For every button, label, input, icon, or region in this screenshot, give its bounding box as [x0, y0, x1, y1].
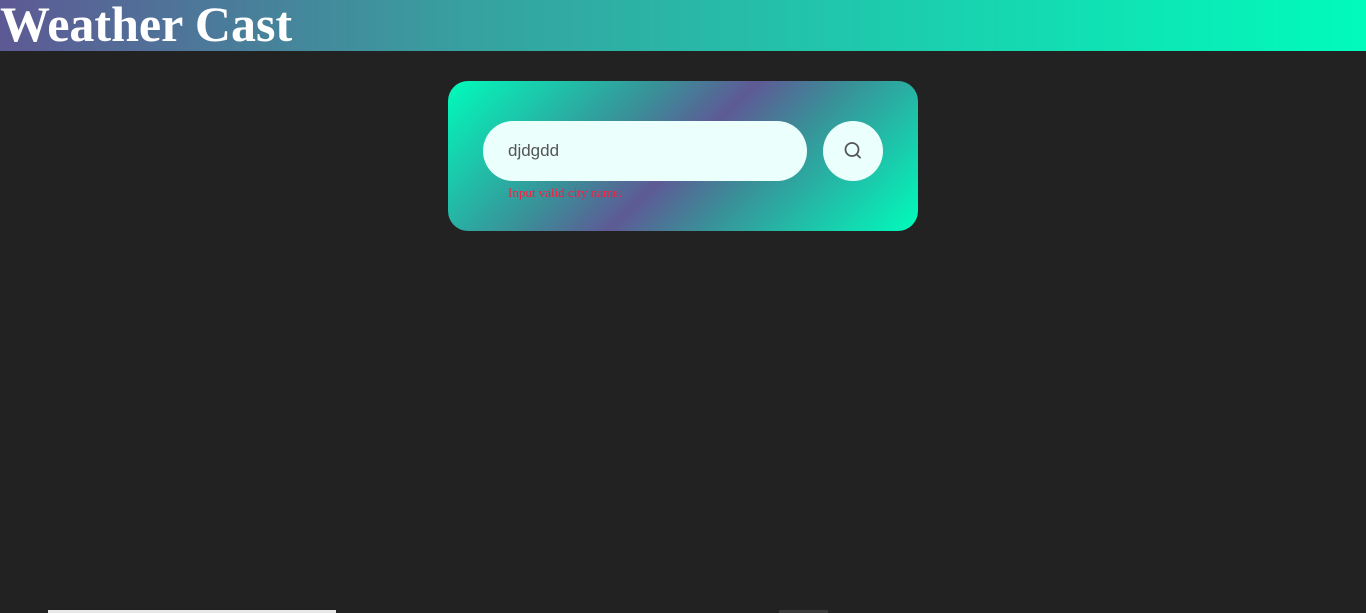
error-message: Input valid city name.	[508, 185, 623, 200]
search-button[interactable]	[823, 121, 883, 181]
city-search-input[interactable]	[483, 121, 807, 181]
search-card: Input valid city name.	[448, 81, 918, 231]
app-header: Weather Cast	[0, 0, 1366, 52]
app-title: Weather Cast	[0, 0, 293, 52]
search-icon	[844, 142, 861, 159]
